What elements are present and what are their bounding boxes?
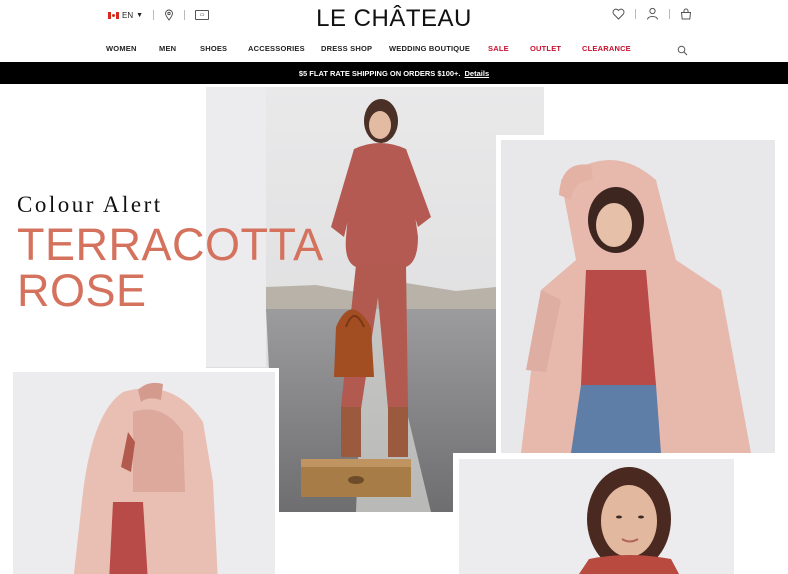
- heart-icon[interactable]: [612, 8, 625, 20]
- nav-sale[interactable]: SALE: [488, 44, 509, 53]
- nav-men[interactable]: MEN: [159, 44, 176, 53]
- promo-banner: $5 FLAT RATE SHIPPING ON ORDERS $100+. D…: [0, 62, 788, 84]
- nav-outlet[interactable]: OUTLET: [530, 44, 561, 53]
- promo-details-link[interactable]: Details: [465, 69, 490, 78]
- shopping-bag-icon[interactable]: [680, 8, 692, 20]
- divider: [635, 8, 636, 19]
- hero-title-line2: ROSE: [17, 265, 147, 316]
- top-bar: EN ▼ ▭ LE CHÂTEAU: [0, 0, 788, 40]
- photo-hooded-jacket[interactable]: [496, 135, 780, 458]
- divider: [669, 8, 670, 19]
- nav-accessories[interactable]: ACCESSORIES: [248, 44, 305, 53]
- user-icon[interactable]: [646, 7, 659, 20]
- hero-headline: Colour Alert TERRACOTTA ROSE: [17, 192, 324, 314]
- hero-title: TERRACOTTA ROSE: [17, 222, 324, 314]
- nav-wedding-boutique[interactable]: WEDDING BOUTIQUE: [389, 44, 470, 53]
- hero-kicker: Colour Alert: [17, 192, 163, 217]
- promo-text: $5 FLAT RATE SHIPPING ON ORDERS $100+.: [298, 68, 461, 78]
- photo-portrait[interactable]: [453, 453, 740, 574]
- photo-hood-profile[interactable]: [9, 368, 279, 574]
- main-nav: WOMEN MEN SHOES ACCESSORIES DRESS SHOP W…: [0, 44, 788, 60]
- nav-dress-shop[interactable]: DRESS SHOP: [321, 44, 372, 53]
- nav-clearance[interactable]: CLEARANCE: [582, 44, 631, 53]
- nav-shoes[interactable]: SHOES: [200, 44, 227, 53]
- hero-collage[interactable]: Colour Alert TERRACOTTA ROSE: [0, 84, 788, 574]
- nav-women[interactable]: WOMEN: [106, 44, 137, 53]
- hero-title-line1: TERRACOTTA: [17, 219, 324, 270]
- utility-right: [612, 7, 692, 20]
- search-icon[interactable]: [677, 45, 688, 56]
